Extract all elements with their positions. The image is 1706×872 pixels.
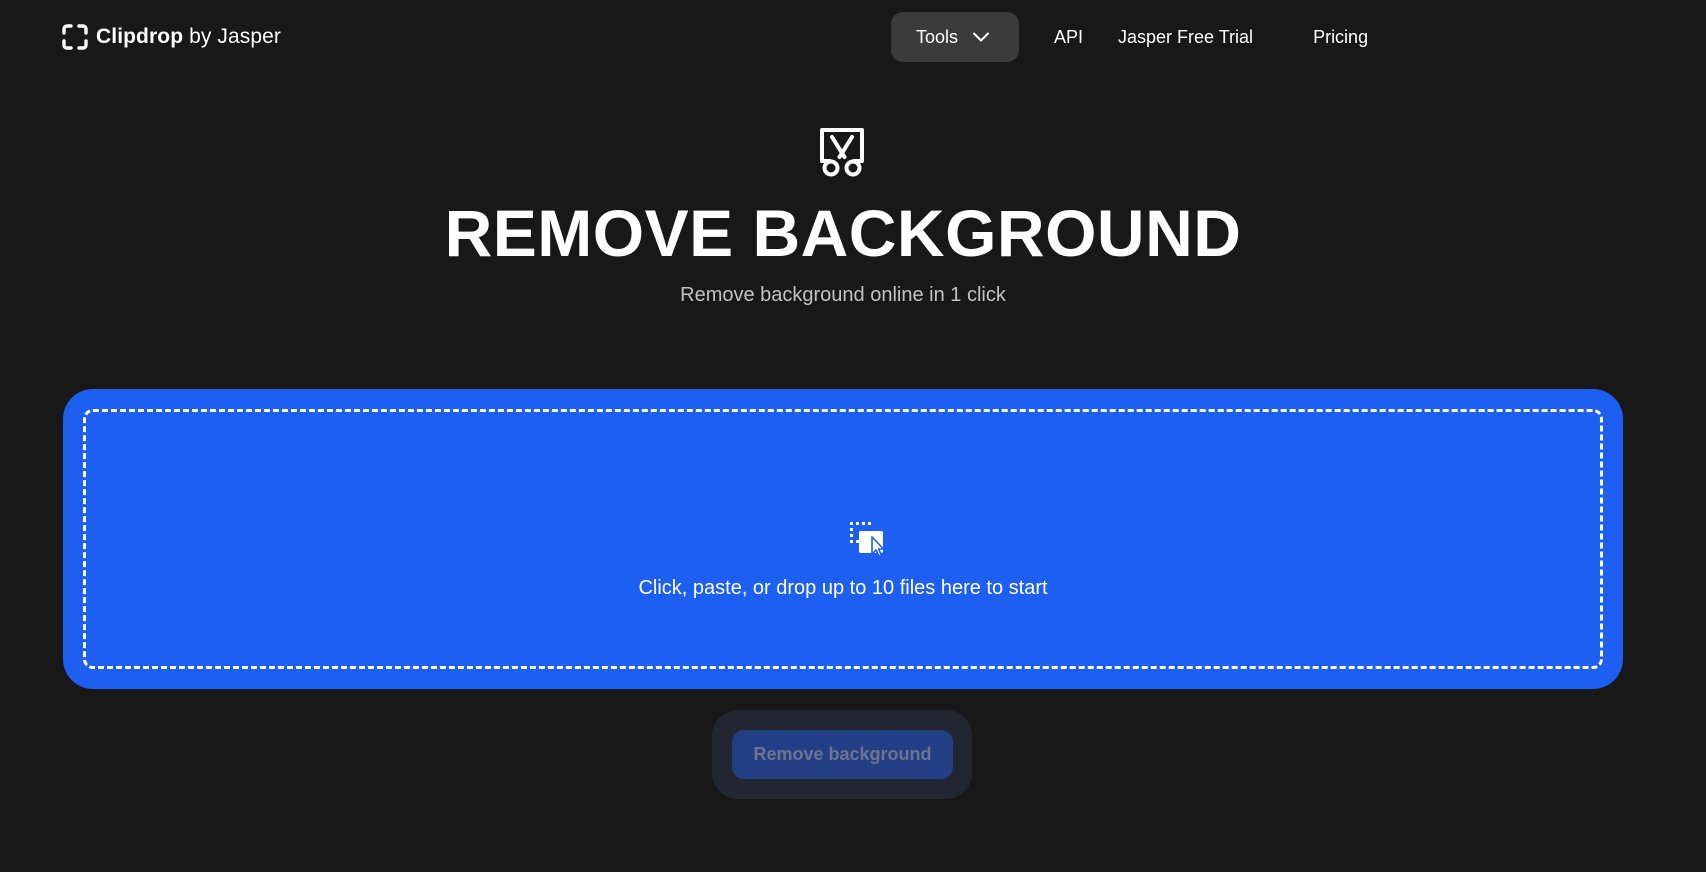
logo-suffix: by Jasper [189, 25, 282, 48]
clipdrop-brackets-icon [62, 24, 88, 50]
tools-label: Tools [916, 26, 959, 47]
drop-zone-dashed-border: Click, paste, or drop up to 10 files her… [83, 409, 1603, 669]
nav-link-pricing[interactable]: Pricing [1313, 27, 1368, 48]
remove-background-button[interactable]: Remove background [732, 730, 953, 779]
nav-link-jasper-free-trial[interactable]: Jasper Free Trial [1118, 27, 1253, 48]
page: Clipdrop by Jasper Tools API Jasper Free… [0, 0, 1706, 872]
scissors-cutout-icon [820, 128, 864, 177]
tools-menu-button[interactable]: Tools [891, 12, 1019, 62]
drop-zone-prompt: Click, paste, or drop up to 10 files her… [638, 577, 1048, 599]
clipdrop-logo-link[interactable]: Clipdrop by Jasper [62, 22, 281, 52]
logo-brand: Clipdrop [96, 25, 184, 48]
file-drop-zone[interactable]: Click, paste, or drop up to 10 files her… [63, 389, 1623, 689]
page-title: REMOVE BACKGROUND [444, 196, 1242, 270]
drop-file-icon [850, 522, 885, 557]
action-button-container: Remove background [712, 710, 972, 799]
main-nav: Tools API Jasper Free Trial Pricing [891, 12, 1368, 62]
chevron-down-icon [973, 32, 990, 42]
nav-link-api[interactable]: API [1054, 27, 1083, 48]
page-subtitle: Remove background online in 1 click [680, 284, 1006, 306]
logo-text: Clipdrop by Jasper [96, 25, 281, 49]
